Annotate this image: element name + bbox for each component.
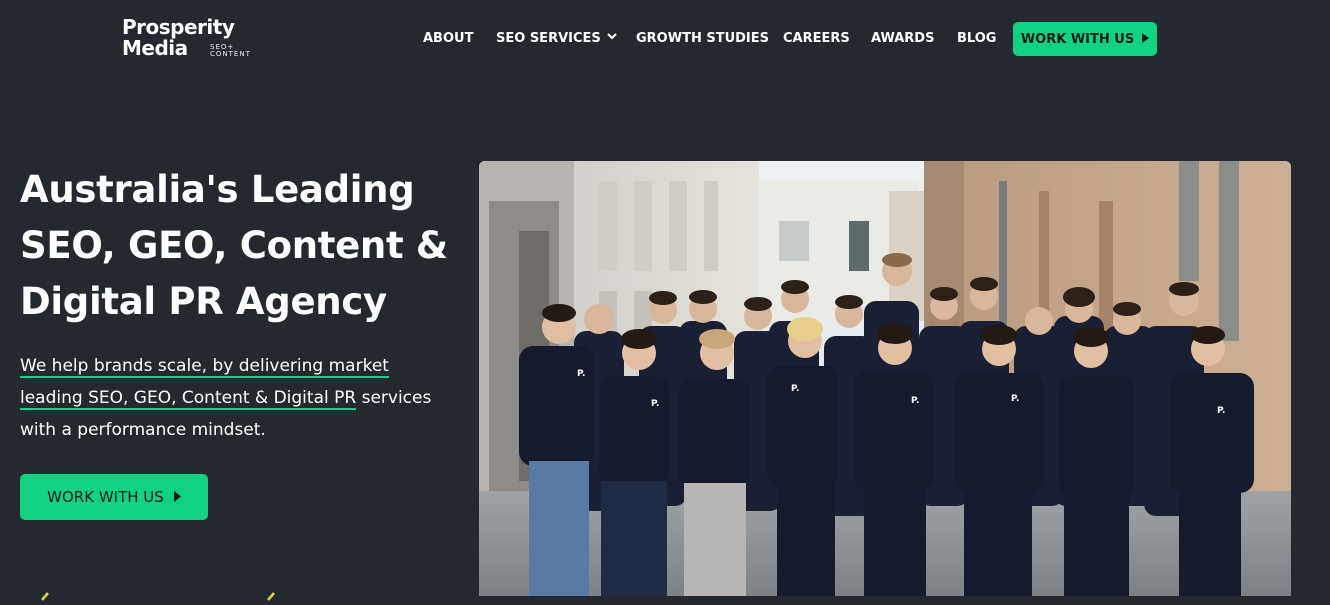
nav-cta-label: WORK WITH US <box>1020 31 1135 47</box>
svg-text:P.: P. <box>577 369 585 379</box>
hero-subtitle: We help brands scale, by delivering mark… <box>20 350 450 446</box>
hero-work-with-us-button[interactable]: WORK WITH US <box>20 474 208 520</box>
nav-item-awards[interactable]: AWARDS <box>871 31 934 46</box>
nav-item-careers[interactable]: CAREERS <box>783 31 850 46</box>
main-nav: ABOUT SEO SERVICES GROWTH STUDIES CAREER… <box>0 22 1330 56</box>
svg-text:P.: P. <box>911 396 919 406</box>
team-photo: P. P. P. P. P. P. <box>479 161 1291 596</box>
svg-text:P.: P. <box>1217 406 1225 416</box>
hero-title: Australia's Leading SEO, GEO, Content & … <box>20 168 448 323</box>
decorative-arrow-icon <box>266 586 280 601</box>
play-arrow-icon <box>173 488 181 506</box>
svg-text:P.: P. <box>651 399 659 409</box>
site-header: Prosperity Media SEO+ CONTENT ABOUT SEO … <box>0 0 1330 80</box>
play-arrow-icon <box>1142 32 1150 47</box>
nav-item-seo-services[interactable]: SEO SERVICES <box>496 31 617 46</box>
svg-text:P.: P. <box>1011 394 1019 404</box>
nav-work-with-us-button[interactable]: WORK WITH US <box>1013 22 1157 56</box>
nav-item-blog[interactable]: BLOG <box>957 31 996 46</box>
hero-cta-label: WORK WITH US <box>47 488 164 506</box>
nav-item-seo-services-label: SEO SERVICES <box>496 31 601 46</box>
hero-subtitle-link[interactable]: We help brands scale, by delivering mark… <box>20 356 389 410</box>
svg-text:P.: P. <box>791 384 799 394</box>
chevron-down-icon <box>607 29 617 44</box>
decorative-arrow-icon <box>40 586 54 601</box>
nav-item-growth-studies[interactable]: GROWTH STUDIES <box>636 31 769 46</box>
nav-item-about[interactable]: ABOUT <box>423 31 473 46</box>
